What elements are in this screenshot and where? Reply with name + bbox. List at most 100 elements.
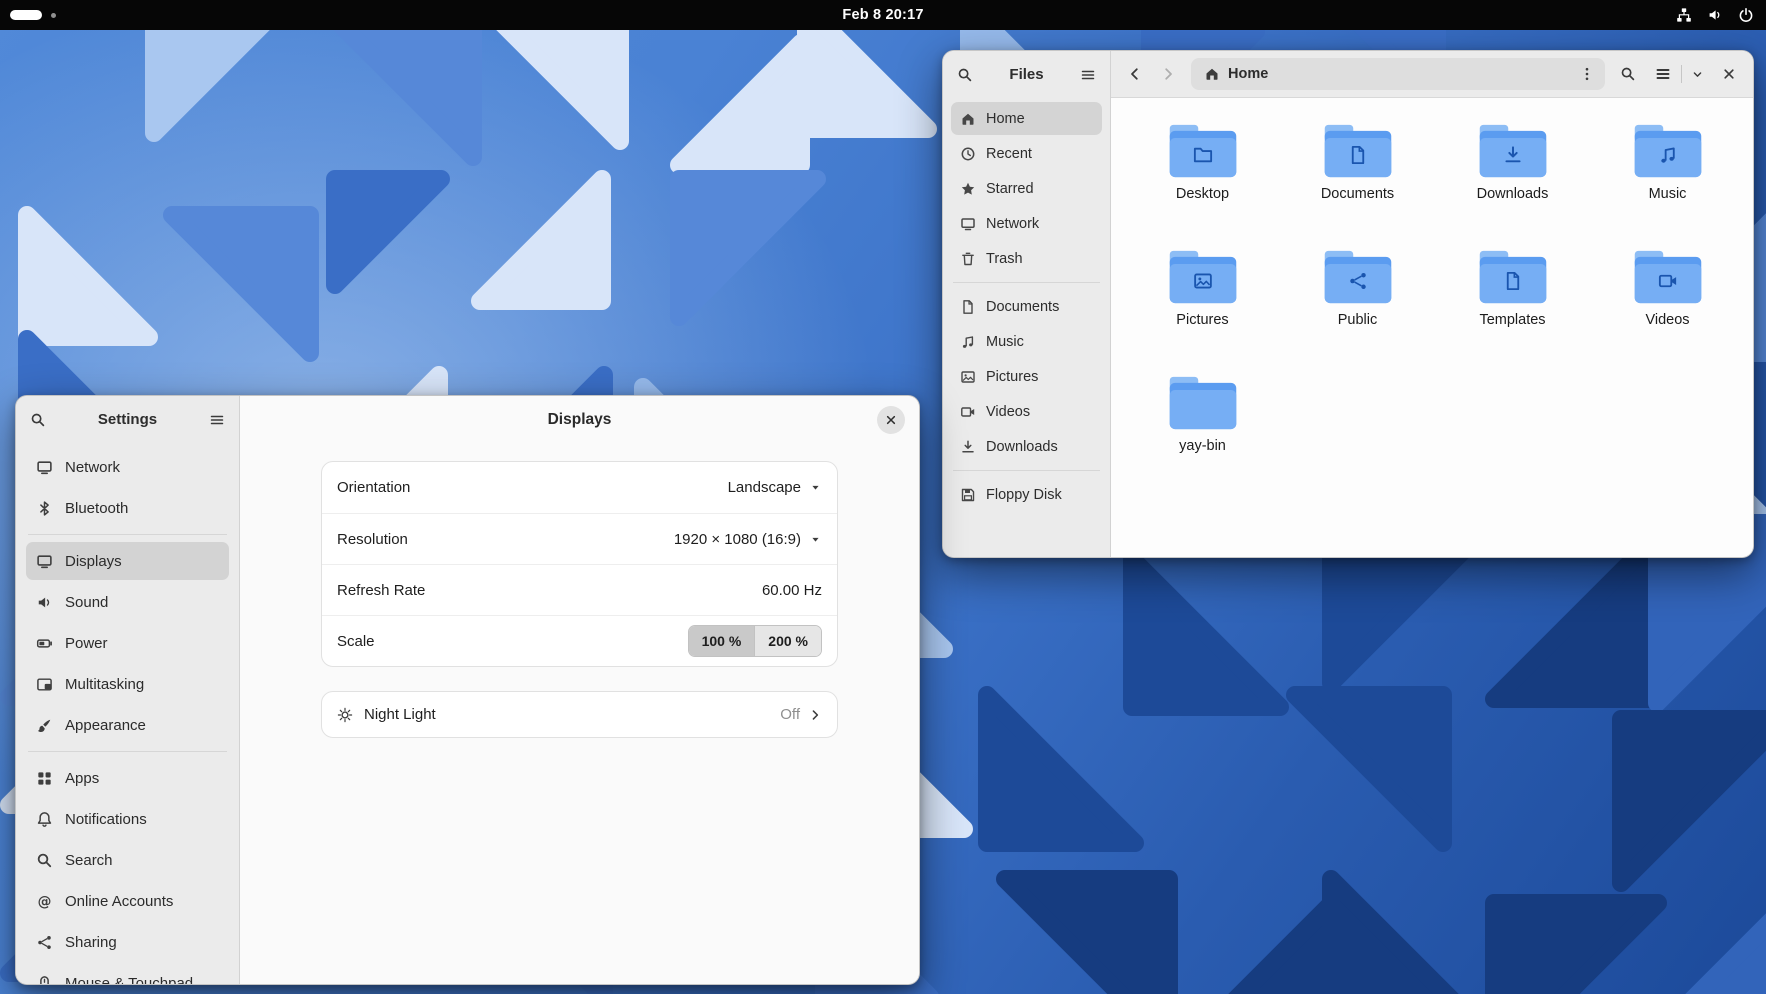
list-view-button[interactable] bbox=[1649, 60, 1677, 88]
files-sidebar-separator bbox=[953, 470, 1100, 471]
close-icon bbox=[884, 413, 898, 427]
network-icon bbox=[36, 459, 53, 476]
search-icon bbox=[36, 852, 53, 869]
picture-icon bbox=[1192, 270, 1213, 291]
files-main: Home bbox=[1111, 51, 1753, 557]
folder-icon bbox=[1165, 372, 1241, 434]
scale-100-button[interactable]: 100 % bbox=[689, 626, 755, 656]
files-sidebar-item-label: Downloads bbox=[986, 439, 1058, 455]
folder-downloads[interactable]: Downloads bbox=[1435, 114, 1590, 240]
files-sidebar-item-recent[interactable]: Recent bbox=[951, 137, 1102, 170]
search-button[interactable] bbox=[24, 406, 52, 434]
folder-documents[interactable]: Documents bbox=[1280, 114, 1435, 240]
search-button[interactable] bbox=[951, 61, 979, 89]
system-tray[interactable] bbox=[1676, 7, 1754, 23]
current-folder-menu-button[interactable] bbox=[1573, 60, 1601, 88]
files-sidebar-item-downloads[interactable]: Downloads bbox=[951, 430, 1102, 463]
folders-grid: Desktop Documents Downloads Music PicturesPu… bbox=[1111, 98, 1753, 492]
night-light-left: Night Light bbox=[337, 706, 436, 723]
folder-desktop[interactable]: Desktop bbox=[1125, 114, 1280, 240]
files-sidebar-item-floppy-disk[interactable]: Floppy Disk bbox=[951, 478, 1102, 511]
orientation-row[interactable]: Orientation Landscape bbox=[322, 462, 837, 513]
close-button[interactable] bbox=[877, 406, 905, 434]
orientation-label: Orientation bbox=[337, 479, 410, 496]
orientation-dropdown[interactable]: Landscape bbox=[728, 479, 822, 496]
forward-button[interactable] bbox=[1154, 60, 1182, 88]
settings-sidebar-item-network[interactable]: Network bbox=[26, 448, 229, 486]
settings-sidebar-separator bbox=[28, 534, 227, 535]
workspace-indicator[interactable] bbox=[51, 13, 56, 18]
sun-icon bbox=[337, 707, 353, 723]
settings-sidebar-item-mouse-touchpad[interactable]: Mouse & Touchpad bbox=[26, 964, 229, 984]
search-icon bbox=[957, 67, 973, 83]
settings-sidebar-item-bluetooth[interactable]: Bluetooth bbox=[26, 489, 229, 527]
view-options-dropdown[interactable] bbox=[1686, 60, 1708, 88]
folder-yay-bin[interactable]: yay-bin bbox=[1125, 366, 1280, 492]
files-sidebar-item-label: Recent bbox=[986, 146, 1032, 162]
picture-icon bbox=[960, 369, 976, 385]
settings-sidebar-item-sharing[interactable]: Sharing bbox=[26, 923, 229, 961]
settings-sidebar-item-appearance[interactable]: Appearance bbox=[26, 706, 229, 744]
folder-public[interactable]: Public bbox=[1280, 240, 1435, 366]
mouse-icon bbox=[36, 975, 53, 985]
workspace-indicator-active[interactable] bbox=[10, 10, 42, 20]
refresh-rate-label: Refresh Rate bbox=[337, 582, 425, 599]
settings-main: Displays Orientation Landscape Resol bbox=[240, 396, 919, 984]
resolution-row[interactable]: Resolution 1920 × 1080 (16:9) bbox=[322, 513, 837, 564]
folder-icon bbox=[1165, 120, 1241, 182]
files-sidebar-item-videos[interactable]: Videos bbox=[951, 395, 1102, 428]
settings-sidebar-item-label: Displays bbox=[65, 553, 122, 570]
recent-icon bbox=[960, 146, 976, 162]
settings-sidebar-item-label: Network bbox=[65, 459, 120, 476]
settings-sidebar-item-label: Power bbox=[65, 635, 108, 652]
files-sidebar-item-starred[interactable]: Starred bbox=[951, 172, 1102, 205]
settings-sidebar-item-displays[interactable]: Displays bbox=[26, 542, 229, 580]
files-sidebar-item-home[interactable]: Home bbox=[951, 102, 1102, 135]
folder-templates[interactable]: Templates bbox=[1435, 240, 1590, 366]
files-sidebar-item-label: Pictures bbox=[986, 369, 1038, 385]
resolution-label: Resolution bbox=[337, 531, 408, 548]
folder-label: Music bbox=[1649, 186, 1687, 202]
night-light-label: Night Light bbox=[364, 706, 436, 723]
menu-button[interactable] bbox=[203, 406, 231, 434]
files-sidebar-item-network[interactable]: Network bbox=[951, 207, 1102, 240]
settings-sidebar-item-label: Search bbox=[65, 852, 113, 869]
resolution-dropdown[interactable]: 1920 × 1080 (16:9) bbox=[674, 531, 822, 548]
forward-icon bbox=[1160, 66, 1176, 82]
back-button[interactable] bbox=[1121, 60, 1149, 88]
files-sidebar-separator bbox=[953, 282, 1100, 283]
folder-pictures[interactable]: Pictures bbox=[1125, 240, 1280, 366]
settings-sidebar-item-label: Online Accounts bbox=[65, 893, 173, 910]
files-sidebar-item-documents[interactable]: Documents bbox=[951, 290, 1102, 323]
folder-icon bbox=[1320, 120, 1396, 182]
settings-sidebar-header: Settings bbox=[16, 396, 239, 443]
settings-sidebar-item-power[interactable]: Power bbox=[26, 624, 229, 662]
settings-sidebar-item-multitasking[interactable]: Multitasking bbox=[26, 665, 229, 703]
folder-videos[interactable]: Videos bbox=[1590, 240, 1745, 366]
path-bar[interactable]: Home bbox=[1191, 58, 1605, 90]
settings-sidebar-item-sound[interactable]: Sound bbox=[26, 583, 229, 621]
path-segment-home[interactable]: Home bbox=[1195, 66, 1277, 82]
clock[interactable]: Feb 8 20:17 bbox=[830, 5, 935, 25]
settings-sidebar-item-apps[interactable]: Apps bbox=[26, 759, 229, 797]
close-button[interactable] bbox=[1715, 60, 1743, 88]
settings-sidebar-item-online-accounts[interactable]: @Online Accounts bbox=[26, 882, 229, 920]
settings-sidebar-item-notifications[interactable]: Notifications bbox=[26, 800, 229, 838]
menu-button[interactable] bbox=[1074, 61, 1102, 89]
floppy-icon bbox=[960, 487, 976, 503]
night-light-right: Off bbox=[780, 706, 822, 723]
home-icon bbox=[1204, 66, 1220, 82]
page-title: Displays bbox=[548, 411, 612, 429]
toolbar-search-button[interactable] bbox=[1614, 60, 1642, 88]
settings-sidebar-item-search[interactable]: Search bbox=[26, 841, 229, 879]
files-sidebar-item-pictures[interactable]: Pictures bbox=[951, 360, 1102, 393]
files-sidebar-item-music[interactable]: Music bbox=[951, 325, 1102, 358]
folder-music[interactable]: Music bbox=[1590, 114, 1745, 240]
scale-200-button[interactable]: 200 % bbox=[754, 626, 821, 656]
files-sidebar-item-trash[interactable]: Trash bbox=[951, 242, 1102, 275]
caret-down-icon bbox=[809, 533, 822, 546]
sound-icon bbox=[36, 594, 53, 611]
folder-label: Documents bbox=[1321, 186, 1394, 202]
home-icon bbox=[960, 111, 976, 127]
night-light-row[interactable]: Night Light Off bbox=[322, 692, 837, 737]
